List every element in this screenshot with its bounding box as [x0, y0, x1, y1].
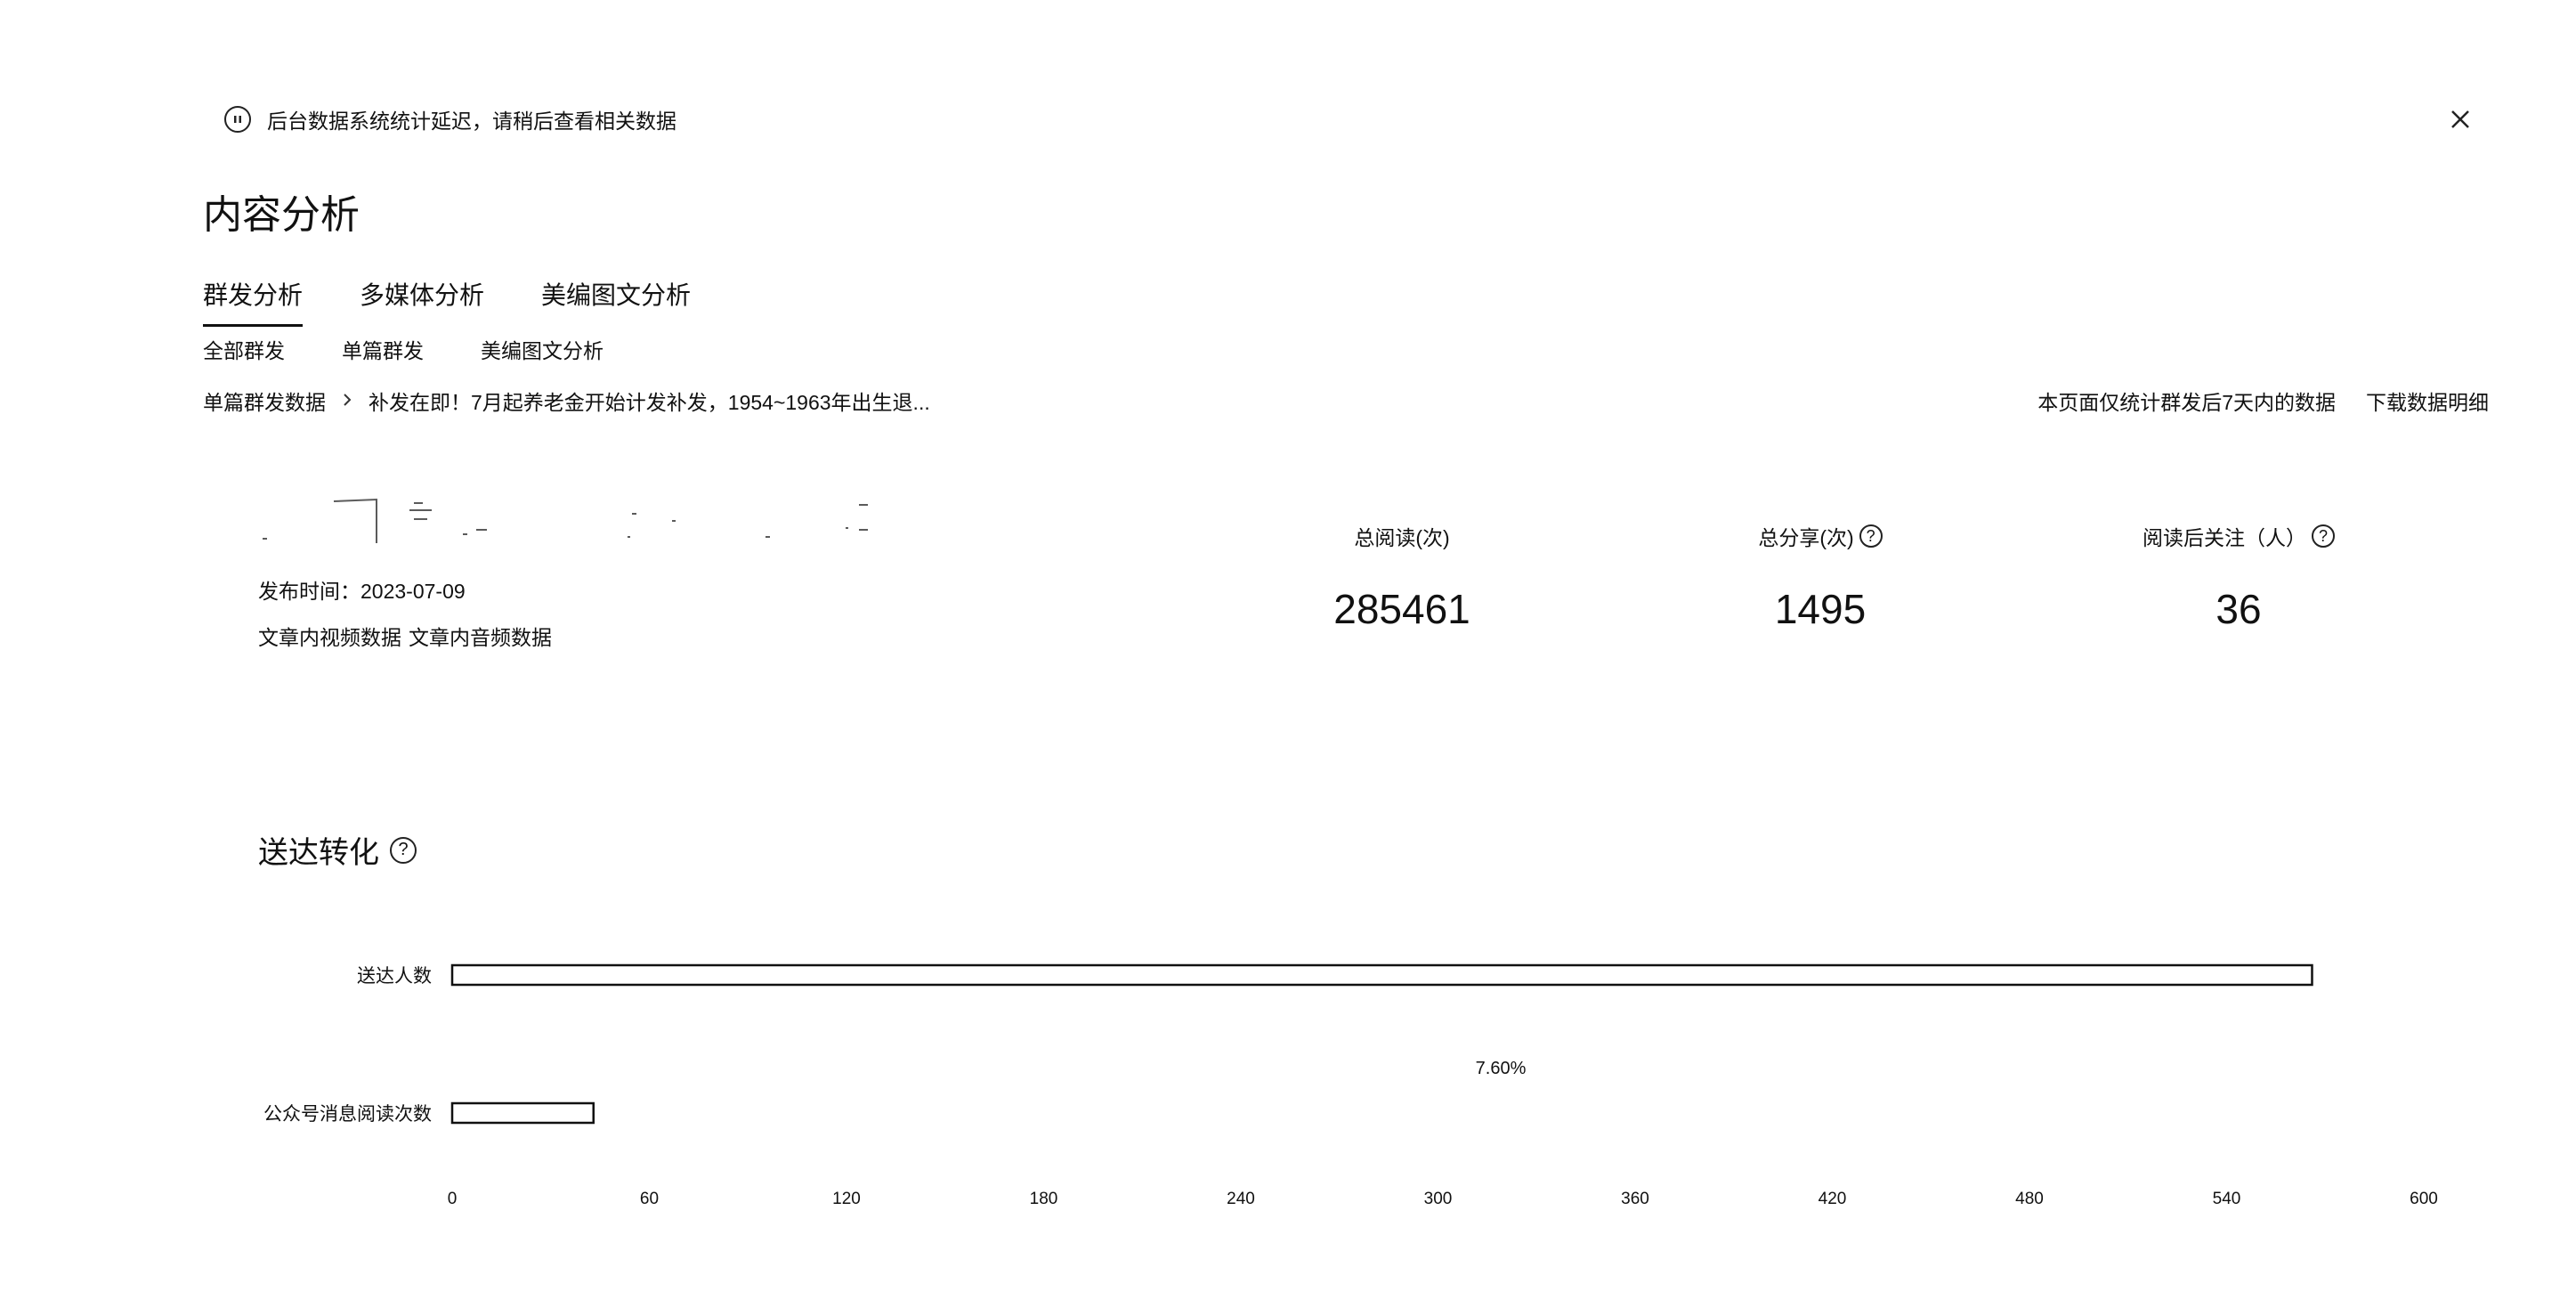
chart-x-tick-label: 360 [1621, 1190, 1649, 1208]
chart-x-tick-label: 60 [640, 1190, 659, 1208]
chart-x-tick-label: 420 [1819, 1190, 1847, 1208]
chart-bar [450, 963, 2313, 987]
chart-x-tick-label: 240 [1227, 1190, 1255, 1208]
chart-category-label: 送达人数 [357, 966, 432, 987]
chart-bar [450, 1101, 595, 1125]
chart-x-tick-label: 540 [2213, 1190, 2241, 1208]
chart-x-tick-label: 120 [832, 1190, 861, 1208]
chart-conversion-annotation: 7.60% [1476, 1059, 1527, 1078]
chart-category-label: 公众号消息阅读次数 [263, 1104, 432, 1125]
chart-x-tick-label: 300 [1424, 1190, 1453, 1208]
chart-x-tick-label: 180 [1030, 1190, 1058, 1208]
delivery-conversion-chart: 送达人数公众号消息阅读次数 7.60% 0 60 120 180 240 300 360 420 4… [263, 963, 2438, 1208]
chart-x-tick-label: 0 [448, 1190, 458, 1208]
chart-x-tick-label: 600 [2410, 1190, 2438, 1208]
chart-x-tick-label: 480 [2015, 1190, 2044, 1208]
